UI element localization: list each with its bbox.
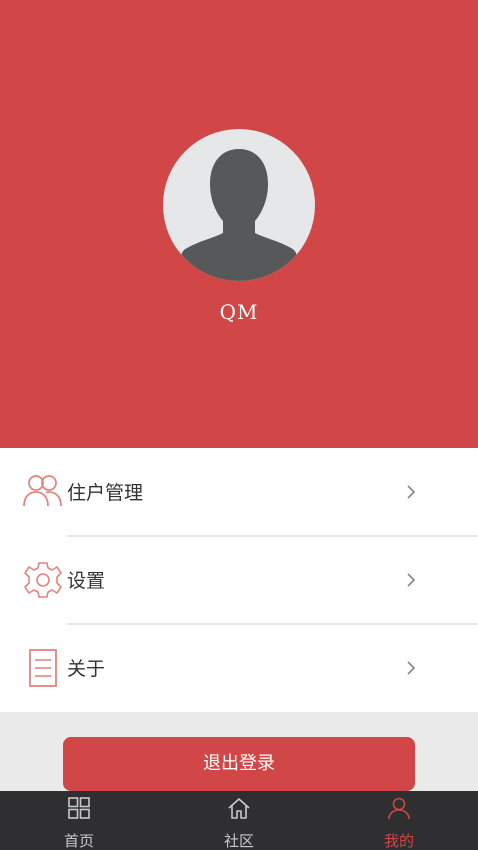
tab-label: 社区: [223, 832, 254, 850]
document-icon: [29, 649, 57, 687]
menu-item-label: 住户管理: [67, 482, 144, 504]
chevron-right-icon: [407, 485, 416, 499]
menu-item-residents[interactable]: 住户管理: [0, 448, 478, 536]
menu-item-label: 关于: [67, 658, 106, 680]
home-icon: [228, 798, 250, 819]
tab-label: 首页: [63, 832, 94, 850]
avatar[interactable]: [163, 129, 315, 281]
tab-bar: 首页 社区 我的: [0, 791, 478, 850]
gear-icon: [24, 562, 62, 598]
menu-item-label: 设置: [67, 570, 106, 592]
residents-icon: [23, 475, 62, 507]
tab-community[interactable]: 社区: [179, 791, 299, 850]
tab-label: 我的: [383, 832, 414, 850]
logout-button[interactable]: 退出登录: [63, 737, 415, 791]
profile-screen: QM 住户管理 设置 关于 退出登录 首页 社区 我的: [0, 0, 478, 850]
chevron-right-icon: [407, 661, 416, 675]
person-icon: [388, 797, 410, 820]
chevron-right-icon: [407, 573, 416, 587]
username: QM: [219, 300, 259, 324]
avatar-silhouette-icon: [181, 149, 297, 281]
menu-item-about[interactable]: 关于: [0, 624, 478, 712]
grid-icon: [68, 797, 90, 819]
tab-mine[interactable]: 我的: [339, 791, 459, 850]
profile-header: QM: [0, 0, 478, 448]
tab-home[interactable]: 首页: [19, 791, 139, 850]
menu-item-settings[interactable]: 设置: [0, 536, 478, 624]
profile-menu: 住户管理 设置 关于: [0, 448, 478, 712]
